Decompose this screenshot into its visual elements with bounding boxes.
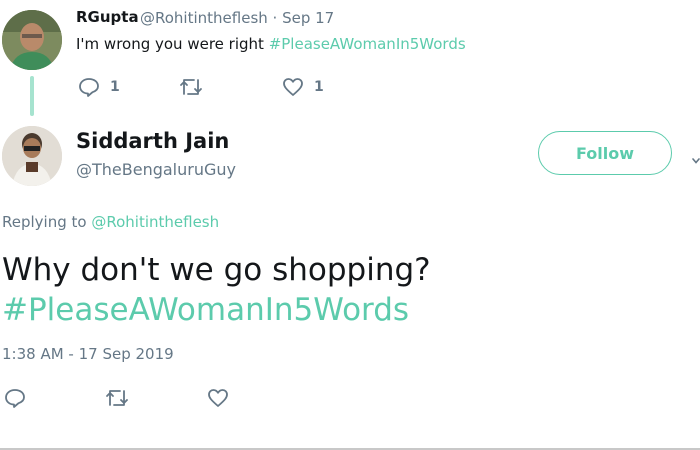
reply-icon: [78, 77, 100, 97]
retweet-icon: [178, 77, 204, 97]
reply-reply-action[interactable]: [4, 388, 26, 408]
reply-author-name[interactable]: Siddarth Jain: [76, 129, 229, 153]
reply-tweet-line-1: Why don't we go shopping?: [2, 252, 431, 288]
reply-author-avatar[interactable]: [2, 126, 62, 186]
parent-tweet-text: I'm wrong you were right #PleaseAWomanIn…: [76, 35, 466, 53]
reply-author-handle[interactable]: @TheBengaluruGuy: [76, 160, 236, 179]
parent-author-name[interactable]: RGupta: [76, 8, 139, 26]
like-icon: [207, 388, 229, 408]
parent-reply-action[interactable]: 1: [78, 77, 120, 97]
reply-icon: [4, 388, 26, 408]
reply-tweet-hashtag[interactable]: #PleaseAWomanIn5Words: [2, 290, 431, 330]
reply-timestamp[interactable]: 1:38 AM - 17 Sep 2019: [2, 345, 174, 363]
reply-retweet-action[interactable]: [104, 388, 130, 408]
parent-author-avatar[interactable]: [2, 10, 62, 70]
chevron-down-icon[interactable]: [692, 149, 700, 168]
parent-like-count: 1: [314, 79, 324, 95]
reply-tweet-text: Why don't we go shopping? #PleaseAWomanI…: [2, 250, 431, 330]
parent-reply-count: 1: [110, 79, 120, 95]
like-icon: [282, 77, 304, 97]
parent-handle-date[interactable]: @Rohitintheflesh · Sep 17: [140, 9, 334, 27]
thread-connector-line: [30, 76, 34, 116]
replying-to-label: Replying to: [2, 213, 92, 231]
follow-button[interactable]: Follow: [538, 131, 672, 175]
replying-to-line: Replying to @Rohitintheflesh: [2, 213, 219, 231]
replying-to-mention[interactable]: @Rohitintheflesh: [91, 213, 219, 231]
reply-like-action[interactable]: [207, 388, 229, 408]
parent-retweet-action[interactable]: [178, 77, 204, 97]
parent-tweet-body: I'm wrong you were right: [76, 35, 269, 53]
parent-tweet-hashtag[interactable]: #PleaseAWomanIn5Words: [269, 35, 466, 53]
parent-like-action[interactable]: 1: [282, 77, 324, 97]
retweet-icon: [104, 388, 130, 408]
